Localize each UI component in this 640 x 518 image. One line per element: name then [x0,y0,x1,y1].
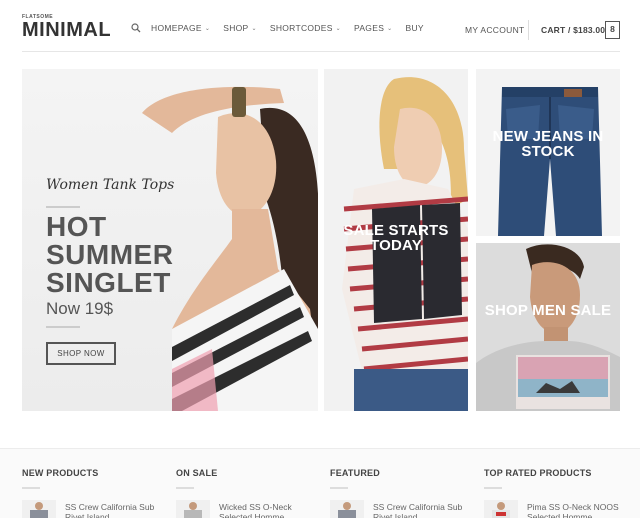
banner-new-jeans[interactable]: NEW JEANS IN STOCK [476,69,620,236]
site-logo[interactable]: FLATSOME MINIMAL [22,14,111,40]
list-item[interactable]: SS Crew California Sub Rivet Island [22,500,162,518]
widget-new-products: NEW PRODUCTS SS Crew California Sub Rive… [22,468,162,518]
search-icon[interactable] [131,23,141,33]
nav-label: HOMEPAGE [151,23,202,33]
widget-featured: FEATURED SS Crew California Sub Rivet Is… [330,468,470,518]
product-thumbnail[interactable] [22,500,56,518]
banner-sale-starts-today[interactable]: SALE STARTS TODAY [324,69,468,411]
divider [176,487,194,489]
nav-label: SHOP [223,23,249,33]
product-name[interactable]: SS Crew California Sub Rivet Island [65,502,165,518]
chevron-down-icon: ⌄ [251,25,257,32]
product-name[interactable]: Wicked SS O-Neck Selected Homme [219,502,319,518]
widget-top-rated: TOP RATED PRODUCTS Pima SS O-Neck NOOS S… [484,468,624,518]
product-name[interactable]: SS Crew California Sub Rivet Island [373,502,473,518]
my-account-link[interactable]: MY ACCOUNT [465,25,525,35]
nav-item-shortcodes[interactable]: SHORTCODES ⌄ [270,23,341,33]
list-item[interactable]: Pima SS O-Neck NOOS Selected Homme [484,500,624,518]
nav-item-homepage[interactable]: HOMEPAGE ⌄ [151,23,210,33]
widget-title: TOP RATED PRODUCTS [484,468,592,478]
site-header: FLATSOME MINIMAL HOMEPAGE ⌄ SHOP ⌄ SHORT… [0,0,640,52]
nav-label: PAGES [354,23,385,33]
list-item[interactable]: Wicked SS O-Neck Selected Homme [176,500,316,518]
divider [22,487,40,489]
banner-price: Now 19$ [46,299,114,318]
nav-item-buy[interactable]: BUY [406,23,424,33]
divider [46,206,80,208]
nav-label: SHORTCODES [269,23,333,33]
widget-on-sale: ON SALE Wicked SS O-Neck Selected Homme [176,468,316,518]
widget-title: ON SALE [176,468,218,478]
shop-now-button[interactable]: SHOP NOW [46,342,116,365]
header-divider [528,20,529,40]
nav-label: BUY [405,23,424,33]
widget-title: NEW PRODUCTS [22,468,99,478]
nav-item-pages[interactable]: PAGES ⌄ [354,23,393,33]
chevron-down-icon: ⌄ [204,25,211,32]
cart-link[interactable]: CART / $183.00 [541,25,605,35]
banner-overlay-text: NEW JEANS IN STOCK [492,128,604,160]
product-name[interactable]: Pima SS O-Neck NOOS Selected Homme [527,502,627,518]
banner-headline: HOT SUMMER SINGLET [46,211,174,298]
banner-overlay-text: SALE STARTS TODAY [343,222,449,254]
banner-women-tank-tops[interactable]: Women Tank Tops HOT SUMMER SINGLET Now 1… [22,69,318,411]
divider [46,326,80,328]
list-item[interactable]: SS Crew California Sub Rivet Island [330,500,470,518]
banner-shop-men-sale[interactable]: SHOP MEN SALE [476,243,620,411]
cart-count-badge[interactable]: 8 [605,21,620,39]
product-thumbnail[interactable] [176,500,210,518]
model-photo [476,244,620,411]
chevron-down-icon: ⌄ [335,25,341,32]
divider [484,487,502,489]
banner-overlay-text: SHOP MEN SALE [484,302,612,319]
product-thumbnail[interactable] [484,500,518,518]
nav-item-shop[interactable]: SHOP ⌄ [223,23,257,33]
product-thumbnail[interactable] [330,500,364,518]
logo-main-text: MINIMAL [22,19,112,41]
banner-script-title: Women Tank Tops [46,177,175,193]
main-nav: HOMEPAGE ⌄ SHOP ⌄ SHORTCODES ⌄ PAGES ⌄ B… [131,23,437,33]
widget-title: FEATURED [330,468,380,478]
divider [330,487,348,489]
header-divider-line [22,51,620,52]
chevron-down-icon: ⌄ [387,25,393,32]
